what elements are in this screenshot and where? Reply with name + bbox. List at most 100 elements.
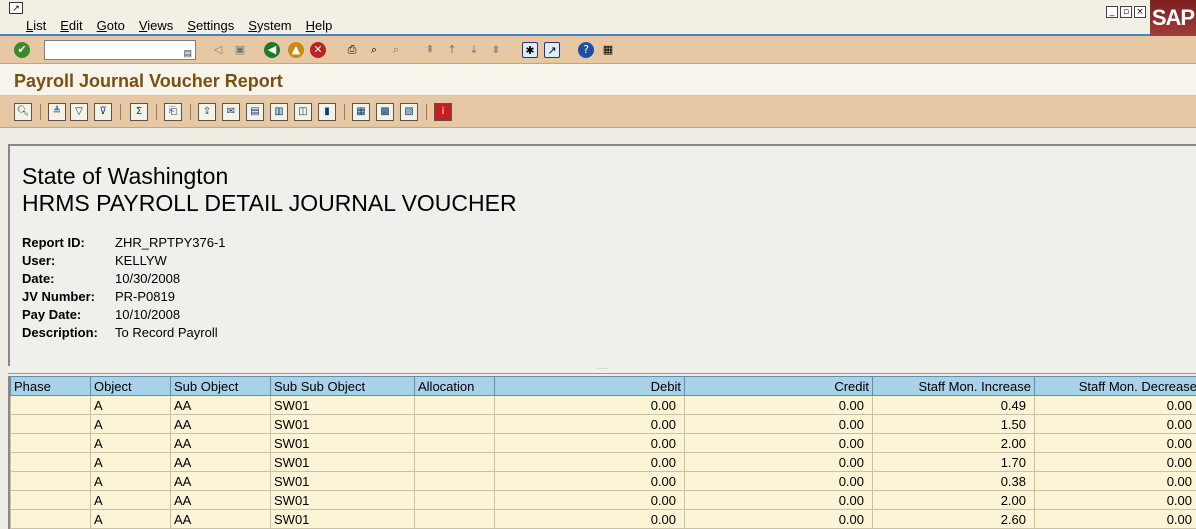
menu-help[interactable]: Help [306, 18, 333, 33]
back-arrow-icon[interactable]: ◁ [210, 42, 226, 58]
cell-object[interactable]: A [90, 452, 171, 472]
cell-debit[interactable]: 0.00 [494, 471, 685, 491]
cell-allocation[interactable] [414, 509, 495, 529]
cell-credit[interactable]: 0.00 [684, 414, 873, 434]
cell-sub-object[interactable]: AA [170, 414, 271, 434]
cell-phase[interactable] [10, 452, 91, 472]
cell-phase[interactable] [10, 433, 91, 453]
sort-descending-icon[interactable]: ▽ [70, 103, 88, 121]
filter-icon[interactable]: ⊽ [94, 103, 112, 121]
cell-sub-sub-object[interactable]: SW01 [270, 452, 415, 472]
cell-staff-mon-increase[interactable]: 0.49 [872, 395, 1035, 415]
cell-sub-sub-object[interactable]: SW01 [270, 509, 415, 529]
cell-object[interactable]: A [90, 433, 171, 453]
cell-allocation[interactable] [414, 471, 495, 491]
column-header-debit[interactable]: Debit [494, 376, 685, 396]
info-icon[interactable]: i [434, 103, 452, 121]
shortcut-icon[interactable]: ↗ [544, 42, 560, 58]
cell-sub-object[interactable]: AA [170, 452, 271, 472]
cell-credit[interactable]: 0.00 [684, 395, 873, 415]
cell-object[interactable]: A [90, 509, 171, 529]
maximize-icon[interactable]: ▫ [1120, 6, 1132, 18]
table-row[interactable]: A AA SW01 0.00 0.00 1.50 0.00 [10, 414, 1196, 434]
cell-debit[interactable]: 0.00 [494, 433, 685, 453]
cell-object[interactable]: A [90, 395, 171, 415]
menu-edit[interactable]: Edit [60, 18, 82, 33]
cell-staff-mon-decrease[interactable]: 0.00 [1034, 433, 1196, 453]
cell-sub-object[interactable]: AA [170, 471, 271, 491]
menu-views[interactable]: Views [139, 18, 173, 33]
create-session-icon[interactable]: ✱ [522, 42, 538, 58]
cell-sub-sub-object[interactable]: SW01 [270, 395, 415, 415]
cell-sub-object[interactable]: AA [170, 490, 271, 510]
mail-icon[interactable]: ✉ [222, 103, 240, 121]
cell-staff-mon-decrease[interactable]: 0.00 [1034, 490, 1196, 510]
graphic-icon[interactable]: ▮ [318, 103, 336, 121]
print-icon[interactable]: ⎙ [344, 42, 360, 58]
cell-object[interactable]: A [90, 414, 171, 434]
first-page-icon[interactable]: ⇞ [422, 42, 438, 58]
cell-debit[interactable]: 0.00 [494, 490, 685, 510]
cell-sub-sub-object[interactable]: SW01 [270, 433, 415, 453]
cell-allocation[interactable] [414, 395, 495, 415]
details-icon[interactable]: 🔍︎ [14, 103, 32, 121]
table-row[interactable]: A AA SW01 0.00 0.00 1.70 0.00 [10, 452, 1196, 472]
change-layout-icon[interactable]: ▦ [352, 103, 370, 121]
total-icon[interactable]: Σ [130, 103, 148, 121]
column-header-sub-sub-object[interactable]: Sub Sub Object [270, 376, 415, 396]
menu-goto[interactable]: Goto [97, 18, 125, 33]
cell-phase[interactable] [10, 414, 91, 434]
cell-staff-mon-increase[interactable]: 2.60 [872, 509, 1035, 529]
export-icon[interactable]: ⇪ [198, 103, 216, 121]
column-header-staff-mon-decrease[interactable]: Staff Mon. Decrease [1034, 376, 1196, 396]
cell-allocation[interactable] [414, 452, 495, 472]
cell-sub-sub-object[interactable]: SW01 [270, 414, 415, 434]
table-row[interactable]: A AA SW01 0.00 0.00 0.38 0.00 [10, 471, 1196, 491]
app-menu-icon[interactable]: ↗ [9, 2, 23, 14]
cell-staff-mon-increase[interactable]: 1.50 [872, 414, 1035, 434]
cell-staff-mon-decrease[interactable]: 0.00 [1034, 509, 1196, 529]
cell-allocation[interactable] [414, 490, 495, 510]
cell-debit[interactable]: 0.00 [494, 509, 685, 529]
table-row[interactable]: A AA SW01 0.00 0.00 0.49 0.00 [10, 395, 1196, 415]
cell-sub-sub-object[interactable]: SW01 [270, 490, 415, 510]
cell-phase[interactable] [10, 395, 91, 415]
word-processing-icon[interactable]: ▥ [270, 103, 288, 121]
cell-sub-object[interactable]: AA [170, 395, 271, 415]
splitter-handle[interactable]: ····· [8, 366, 1196, 374]
cell-staff-mon-decrease[interactable]: 0.00 [1034, 395, 1196, 415]
column-header-staff-mon-increase[interactable]: Staff Mon. Increase [872, 376, 1035, 396]
table-row[interactable]: A AA SW01 0.00 0.00 2.00 0.00 [10, 433, 1196, 453]
last-page-icon[interactable]: ⇟ [488, 42, 504, 58]
find-next-icon[interactable]: ⌕ [388, 42, 404, 58]
table-row[interactable]: A AA SW01 0.00 0.00 2.00 0.00 [10, 490, 1196, 510]
menu-list-item[interactable]: List [26, 18, 46, 33]
exit-icon[interactable]: ▲ [288, 42, 304, 58]
cell-staff-mon-increase[interactable]: 0.38 [872, 471, 1035, 491]
table-row[interactable]: A AA SW01 0.00 0.00 2.60 0.00 [10, 509, 1196, 529]
column-header-allocation[interactable]: Allocation [414, 376, 495, 396]
cell-phase[interactable] [10, 471, 91, 491]
cell-sub-object[interactable]: AA [170, 509, 271, 529]
layout-icon[interactable]: ▦ [600, 42, 616, 58]
find-icon[interactable]: ⌕ [366, 42, 382, 58]
cell-credit[interactable]: 0.00 [684, 509, 873, 529]
back-icon[interactable]: ◀ [264, 42, 280, 58]
cell-phase[interactable] [10, 490, 91, 510]
cell-credit[interactable]: 0.00 [684, 452, 873, 472]
menu-system[interactable]: System [248, 18, 291, 33]
menu-settings[interactable]: Settings [187, 18, 234, 33]
cell-staff-mon-decrease[interactable]: 0.00 [1034, 414, 1196, 434]
previous-page-icon[interactable]: ↑ [444, 42, 460, 58]
print-preview-icon[interactable]: ⎗ [164, 103, 182, 121]
spreadsheet-icon[interactable]: ▤ [246, 103, 264, 121]
cell-debit[interactable]: 0.00 [494, 395, 685, 415]
minimize-icon[interactable]: _ [1106, 6, 1118, 18]
dropdown-icon[interactable]: ▤ [183, 44, 192, 62]
cell-allocation[interactable] [414, 433, 495, 453]
help-icon[interactable]: ? [578, 42, 594, 58]
cell-sub-sub-object[interactable]: SW01 [270, 471, 415, 491]
cell-sub-object[interactable]: AA [170, 433, 271, 453]
local-file-icon[interactable]: ◫ [294, 103, 312, 121]
save-icon[interactable]: ▣ [232, 42, 248, 58]
